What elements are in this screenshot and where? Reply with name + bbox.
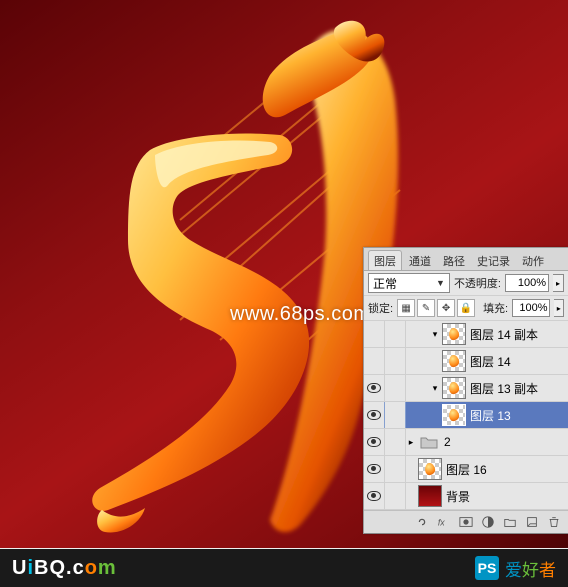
lock-position-icon[interactable]: ✥ (437, 299, 455, 317)
eye-icon (367, 437, 381, 447)
lock-transparency-icon[interactable]: ▦ (397, 299, 415, 317)
layer-thumbnail (418, 485, 442, 507)
visibility-toggle[interactable] (364, 321, 385, 347)
layer-row[interactable]: ▾ 图层 13 副本 (364, 375, 568, 402)
visibility-toggle[interactable] (364, 429, 385, 455)
blend-mode-value: 正常 (373, 275, 397, 292)
lock-label: 锁定: (368, 300, 393, 316)
tab-actions[interactable]: 动作 (517, 251, 549, 271)
layer-thumbnail (418, 432, 440, 452)
panel-footer: fx (364, 510, 568, 533)
eye-icon (367, 491, 381, 501)
chevron-down-icon: ▼ (436, 278, 445, 288)
layer-row[interactable]: 背景 (364, 483, 568, 510)
layer-name: 图层 14 (470, 353, 568, 370)
layer-row[interactable]: 图层 14 (364, 348, 568, 375)
site-logo: UiBQ.com (12, 557, 117, 580)
twisty-icon[interactable]: ▾ (430, 383, 440, 394)
layer-row[interactable]: ▸2 (364, 429, 568, 456)
layer-thumbnail (442, 350, 466, 372)
layer-name: 图层 16 (446, 461, 568, 478)
visibility-toggle[interactable] (364, 483, 385, 509)
link-col (385, 429, 406, 455)
new-layer-icon[interactable] (524, 514, 540, 530)
layer-mask-icon[interactable] (458, 514, 474, 530)
layer-fx-icon[interactable]: fx (436, 514, 452, 530)
blend-mode-select[interactable]: 正常 ▼ (368, 273, 450, 293)
tab-channels[interactable]: 通道 (404, 251, 436, 271)
layer-thumbnail (442, 323, 466, 345)
svg-text:fx: fx (438, 518, 445, 528)
link-col (385, 483, 406, 509)
link-col (385, 402, 406, 428)
opacity-input[interactable]: 100% (505, 274, 549, 292)
layer-row[interactable]: ▾ 图层 14 副本 (364, 321, 568, 348)
twisty-icon[interactable]: ▸ (406, 437, 416, 448)
visibility-toggle[interactable] (364, 456, 385, 482)
layer-name: 图层 13 副本 (470, 380, 568, 397)
layer-row[interactable]: 图层 16 (364, 456, 568, 483)
layer-name: 背景 (446, 488, 568, 505)
eye-icon (367, 464, 381, 474)
opacity-stepper[interactable]: ▸ (553, 274, 564, 292)
layer-thumbnail (442, 377, 466, 399)
layer-thumbnail (418, 458, 442, 480)
delete-layer-icon[interactable] (546, 514, 562, 530)
fill-stepper[interactable]: ▸ (554, 299, 564, 317)
new-group-icon[interactable] (502, 514, 518, 530)
fill-input[interactable]: 100% (512, 299, 550, 317)
opacity-label: 不透明度: (454, 275, 501, 291)
stamp-badge: PS (475, 556, 499, 580)
eye-icon (367, 410, 381, 420)
tab-layers[interactable]: 图层 (368, 250, 402, 271)
lock-pixels-icon[interactable]: ✎ (417, 299, 435, 317)
tab-history[interactable]: 史记录 (472, 251, 515, 271)
link-col (385, 456, 406, 482)
layers-panel: 图层 通道 路径 史记录 动作 正常 ▼ 不透明度: 100% ▸ 锁定: ▦ … (363, 247, 568, 534)
lock-all-icon[interactable]: 🔒 (457, 299, 475, 317)
twisty-icon[interactable]: ▾ (430, 329, 440, 340)
layer-thumbnail (442, 404, 466, 426)
site-stamp: PS 爱好者 (475, 556, 556, 581)
link-col (385, 348, 406, 374)
visibility-toggle[interactable] (364, 375, 385, 401)
fill-label: 填充: (483, 300, 508, 316)
eye-icon (367, 383, 381, 393)
site-bar: UiBQ.com PS 爱好者 (0, 549, 568, 587)
link-col (385, 375, 406, 401)
adjustment-layer-icon[interactable] (480, 514, 496, 530)
panel-tab-strip: 图层 通道 路径 史记录 动作 (364, 248, 568, 271)
visibility-toggle[interactable] (364, 348, 385, 374)
link-col (385, 321, 406, 347)
visibility-toggle[interactable] (364, 402, 385, 428)
layer-row[interactable]: 图层 13 (364, 402, 568, 429)
layer-name: 图层 13 (470, 407, 568, 424)
link-layers-icon[interactable] (414, 514, 430, 530)
layer-name: 2 (444, 435, 568, 449)
layers-list: ▾图层 14 副本图层 14▾图层 13 副本图层 13▸2图层 16背景 (364, 321, 568, 510)
stamp-text: 爱好者 (505, 556, 556, 581)
layer-name: 图层 14 副本 (470, 326, 568, 343)
tab-paths[interactable]: 路径 (438, 251, 470, 271)
